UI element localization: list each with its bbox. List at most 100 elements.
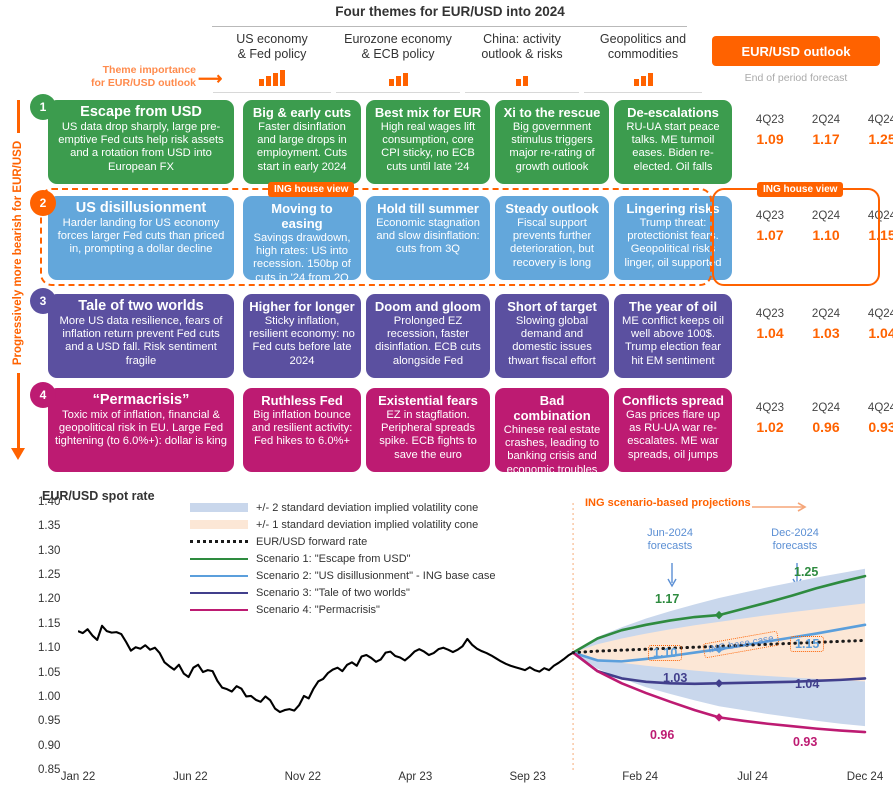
theme-importance-bars-4	[584, 68, 702, 88]
y-tick-label: 1.15	[38, 617, 61, 630]
theme-card-4: The year of oil ME conflict keeps oil wel…	[614, 294, 732, 378]
y-tick-label: 0.90	[38, 739, 61, 752]
bar-glyph	[640, 76, 646, 86]
page-title: Four themes for EUR/USD into 2024	[335, 4, 565, 19]
forecast-value: 1.03	[812, 325, 840, 341]
bar-glyph	[273, 73, 278, 86]
x-tick-label: Jan 22	[60, 771, 96, 783]
forecast-quarter-header: 4Q24	[867, 402, 893, 414]
bearishness-axis: Progressively more bearish for EUR/USD	[0, 100, 30, 475]
label-scenario2-dec: 1.15	[790, 636, 825, 652]
row-number-badge: 3	[30, 288, 56, 314]
row-number-badge: 1	[30, 94, 56, 120]
forecast-value: 1.17	[812, 131, 840, 147]
title-divider	[212, 26, 687, 27]
card-body: Faster disinflation and large drops in e…	[256, 121, 348, 173]
card-title: Xi to the rescue	[503, 105, 601, 120]
historical-spot-line	[78, 624, 574, 714]
y-tick-label: 1.20	[38, 593, 61, 606]
scenario-row-4: 4 “Permacrisis” Toxic mix of inflation, fi…	[30, 382, 893, 476]
forecast-value: 1.25	[868, 131, 893, 147]
bar-glyph	[402, 73, 408, 86]
card-body: High real wages lift consumption, core C…	[380, 121, 476, 173]
card-title: The year of oil	[628, 299, 718, 314]
card-body: Gas prices flare up as RU-UA war re-esca…	[626, 409, 720, 461]
forecast-quarter-header: 2Q24	[811, 308, 841, 320]
bar-glyph	[523, 76, 528, 86]
card-title: Escape from USD	[80, 104, 202, 120]
ing-house-view-frame	[40, 188, 712, 286]
card-title: Big & early cuts	[252, 105, 352, 120]
forecast-block: 4Q23 2Q24 4Q24 1.02 0.96 0.93	[742, 402, 893, 435]
forecast-quarter-header: 4Q24	[867, 114, 893, 126]
forecast-quarter-header: 4Q23	[755, 114, 785, 126]
x-tick-label: Feb 24	[622, 771, 659, 783]
bar-glyph	[516, 79, 521, 86]
card-title: Short of target	[507, 299, 597, 314]
forecast-block: 4Q23 2Q24 4Q24 1.04 1.03 1.04	[742, 308, 893, 341]
label-scenario1-jun: 1.17	[655, 592, 680, 606]
x-tick-label: Sep 23	[509, 771, 546, 783]
ing-house-view-tag: ING house view	[268, 182, 355, 197]
axis-arrowhead-icon	[11, 448, 25, 460]
forecast-value: 0.93	[868, 419, 893, 435]
theme-card-3: Short of target Slowing global demand and…	[495, 294, 609, 378]
card-title: “Permacrisis”	[92, 392, 190, 408]
theme-importance-bars-1	[213, 68, 331, 88]
scenario-summary-card: Escape from USD US data drop sharply, lar…	[48, 100, 234, 184]
card-body: Chinese real estate crashes, leading to …	[503, 424, 601, 476]
x-tick-label: Jul 24	[737, 771, 768, 783]
card-title: Tale of two worlds	[78, 298, 204, 314]
scenario-row-1: 1 Escape from USD US data drop sharply, la…	[30, 94, 893, 184]
theme-card-3: Xi to the rescue Big government stimulus …	[495, 100, 609, 184]
column-divider	[336, 92, 460, 93]
card-title: Best mix for EUR	[374, 105, 482, 120]
card-title: Higher for longer	[249, 299, 355, 314]
bar-glyph	[259, 79, 264, 86]
theme-card-1: Ruthless Fed Big inflation bounce and res…	[243, 388, 361, 472]
theme-card-1: Big & early cuts Faster disinflation and …	[243, 100, 361, 184]
eurusd-spot-chart: EUR/USD spot rate 1.40 1.35 1.30 1.25 1.20 1.…	[0, 485, 893, 812]
ing-house-view-forecast-box	[712, 188, 880, 286]
bar-glyph	[633, 79, 639, 86]
card-body: RU-UA start peace talks. ME turmoil ease…	[626, 121, 720, 173]
column-header-3: China: activity outlook & risks	[481, 32, 563, 61]
forecast-quarter-header: 4Q23	[755, 402, 785, 414]
row-number-badge: 2	[30, 190, 56, 216]
x-tick-label: Apr 23	[398, 771, 433, 783]
label-scenario3-jun: 1.03	[663, 671, 688, 685]
scenario-summary-card: “Permacrisis” Toxic mix of inflation, fin…	[48, 388, 234, 472]
y-tick-label: 1.05	[38, 666, 61, 679]
forecast-quarter-header: 4Q23	[755, 308, 785, 320]
y-tick-label: 0.95	[38, 715, 61, 728]
theme-card-3: Bad combination Chinese real estate crash…	[495, 388, 609, 476]
axis-label: Progressively more bearish for EUR/USD	[10, 133, 26, 373]
y-tick-label: 1.35	[38, 520, 61, 533]
bar-glyph	[280, 70, 285, 86]
card-body: Sticky inflation, resilient economy: no …	[249, 315, 355, 367]
row-number-badge: 4	[30, 382, 56, 408]
label-scenario3-dec: 1.04	[795, 677, 820, 691]
theme-card-2: Existential fears EZ in stagflation. Peri…	[366, 388, 490, 472]
theme-card-2: Doom and gloom Prolonged EZ recession, fa…	[366, 294, 490, 378]
x-tick-label: Dec 24	[846, 771, 884, 783]
forecast-value: 1.09	[756, 131, 784, 147]
column-divider	[465, 92, 579, 93]
bar-glyph	[647, 73, 653, 86]
column-header-1: US economy & Fed policy	[236, 32, 308, 61]
scenario-summary-card: Tale of two worlds More US data resilienc…	[48, 294, 234, 378]
x-tick-label: Nov 22	[284, 771, 322, 783]
label-scenario1-dec: 1.25	[794, 565, 819, 579]
theme-card-4: De-escalations RU-UA start peace talks. M…	[614, 100, 732, 184]
forecast-block: 4Q23 2Q24 4Q24 1.09 1.17 1.25	[742, 114, 893, 147]
ing-house-view-tag-forecast: ING house view	[757, 182, 844, 197]
theme-card-1: Higher for longer Sticky inflation, resil…	[243, 294, 361, 378]
y-tick-label: 1.40	[38, 496, 61, 508]
eurusd-outlook-header: EUR/USD outlook	[712, 36, 880, 66]
outlook-subtitle: End of period forecast	[744, 72, 848, 84]
y-tick-label: 1.30	[38, 544, 61, 557]
column-header-2: Eurozone economy & ECB policy	[344, 32, 452, 61]
card-title: Bad combination	[513, 393, 591, 423]
card-body: Big inflation bounce and resilient activ…	[251, 409, 353, 448]
forecast-value: 1.04	[868, 325, 893, 341]
